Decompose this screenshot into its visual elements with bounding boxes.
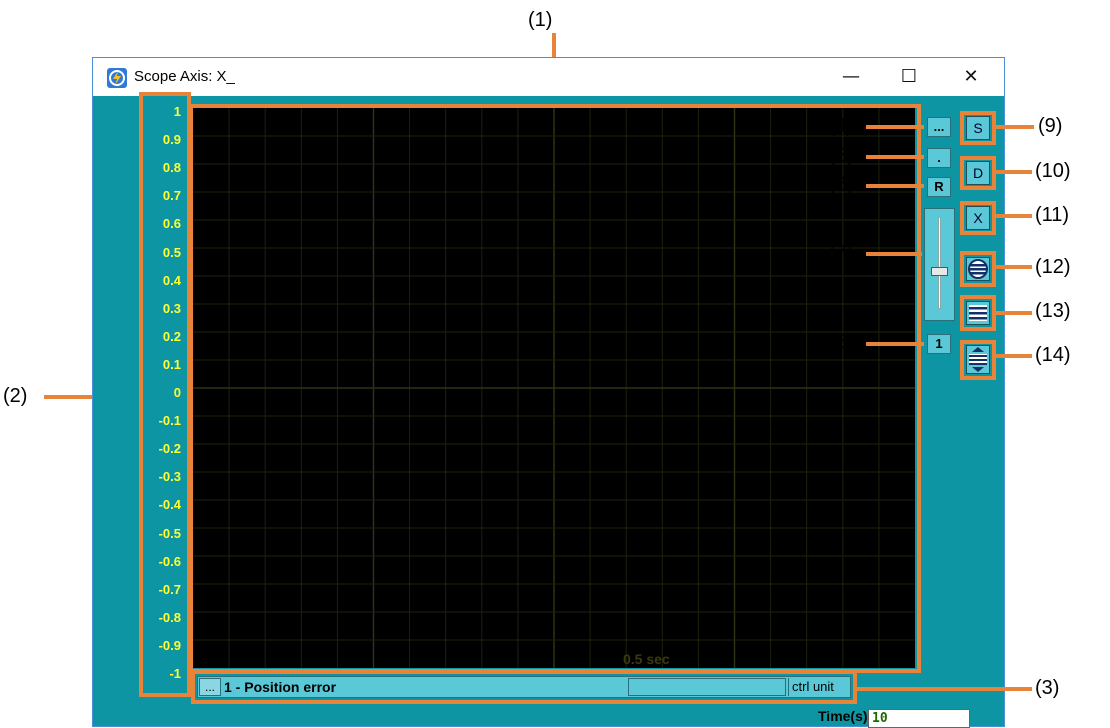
channel-options-button[interactable]: ...: [199, 678, 221, 696]
annotation-line-12: [994, 265, 1032, 269]
scale-slider[interactable]: [924, 208, 955, 321]
annotation-line-11: [994, 214, 1032, 218]
annotation-1: (1): [528, 9, 553, 31]
y-axis-tick-label: 0: [173, 385, 181, 400]
annotation-12: (12): [1035, 256, 1071, 278]
annotation-11: (11): [1035, 204, 1070, 226]
minimize-button[interactable]: —: [829, 64, 873, 90]
dot-button[interactable]: .: [927, 148, 951, 168]
annotation-line-14: [994, 354, 1032, 358]
channel-name[interactable]: 1 - Position error: [224, 678, 336, 696]
y-axis-tick-label: 0.5: [162, 244, 181, 260]
annotation-8: (8): [829, 331, 854, 353]
annotation-4: (4): [829, 115, 854, 137]
channel-value-field: [628, 678, 786, 696]
circle-lines-button[interactable]: [966, 257, 990, 281]
dots-button[interactable]: ...: [927, 117, 951, 137]
y-axis-tick-label: -1: [169, 666, 181, 681]
y-axis-tick-label: 0.8: [162, 160, 181, 176]
annotation-line-6: [866, 184, 924, 188]
annotation-line-3: [856, 687, 1032, 691]
annotation-line-7: [866, 252, 922, 256]
annotation-line-8: [866, 342, 924, 346]
time-per-division-label: 0.5 sec: [623, 651, 670, 667]
y-axis-tick-label: -0.2: [158, 441, 181, 457]
plot-grid: [193, 108, 915, 668]
y-axis-tick-label: -0.5: [158, 525, 181, 541]
annotation-13: (13): [1035, 300, 1071, 322]
y-axis-tick-label: -0.6: [158, 553, 181, 569]
d-button[interactable]: D: [966, 161, 990, 185]
expand-lines-button[interactable]: [966, 345, 990, 374]
time-label: Time(s): [818, 708, 868, 724]
maximize-button[interactable]: ☐: [887, 64, 931, 90]
annotation-7: (7): [829, 242, 854, 264]
annotation-line-4: [866, 125, 924, 129]
y-axis-tick-label: -0.7: [158, 581, 181, 597]
horizontal-lines-icon: [969, 305, 987, 321]
annotation-line-9: [994, 125, 1034, 129]
circle-lines-icon: [968, 259, 988, 279]
expand-vertical-icon: [969, 347, 987, 372]
annotation-2: (2): [3, 385, 28, 407]
app-logo-icon: [107, 68, 127, 88]
annotation-14: (14): [1035, 344, 1071, 366]
title-bar: Scope Axis: X_ — ☐ ✕: [93, 58, 1004, 96]
y-axis-tick-label: 0.9: [162, 132, 181, 148]
y-axis-tick-label: 0.3: [162, 300, 181, 316]
y-axis-tick-label: -0.8: [158, 609, 181, 625]
annotation-5: (5): [829, 145, 854, 167]
annotation-line-5: [866, 155, 924, 159]
annotation-6: (6): [829, 174, 854, 196]
gain-value-button[interactable]: 1: [927, 334, 951, 354]
annotation-10: (10): [1035, 160, 1071, 182]
lines-button[interactable]: [966, 301, 990, 325]
x-button[interactable]: X: [966, 206, 990, 230]
window-title: Scope Axis: X_: [134, 68, 235, 85]
time-input[interactable]: 10: [868, 709, 970, 728]
channel-unit: ctrl unit: [788, 678, 850, 696]
y-axis-tick-label: -0.1: [158, 413, 181, 429]
y-axis-tick-label: -0.9: [158, 637, 181, 653]
y-axis-tick-label: 0.7: [162, 188, 181, 204]
y-axis-tick-label: 0.1: [162, 356, 181, 372]
annotation-9: (9): [1038, 115, 1063, 137]
y-axis-tick-label: 0.2: [162, 328, 181, 344]
y-axis-tick-label: -0.4: [158, 497, 181, 513]
y-axis-tick-label: -0.3: [158, 469, 181, 485]
close-button[interactable]: ✕: [949, 64, 993, 90]
annotation-line-10: [994, 170, 1032, 174]
slider-track: [938, 217, 941, 309]
y-axis-tick-label: 0.6: [162, 216, 181, 232]
annotation-line-13: [994, 311, 1032, 315]
reset-button[interactable]: R: [927, 177, 951, 197]
scope-plot-area[interactable]: 0.5 sec: [193, 108, 915, 668]
slider-thumb[interactable]: [931, 267, 948, 276]
s-button[interactable]: S: [966, 116, 990, 140]
y-axis-tick-label: 1: [173, 104, 181, 119]
channel-bar: ... 1 - Position error ctrl unit: [197, 676, 851, 698]
annotation-3: (3): [1035, 677, 1060, 699]
y-axis-tick-label: 0.4: [162, 272, 181, 288]
